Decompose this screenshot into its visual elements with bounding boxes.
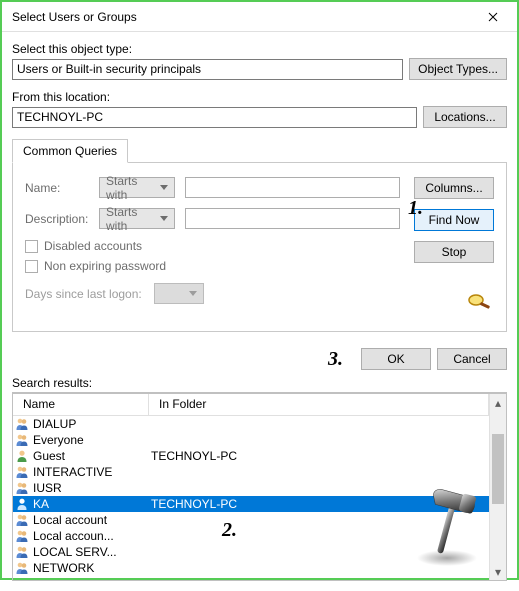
group-icon (13, 417, 31, 431)
column-header-folder[interactable]: In Folder (149, 394, 489, 415)
user-icon (13, 497, 31, 511)
search-results-label: Search results: (12, 376, 507, 393)
table-row[interactable]: Local accoun... (13, 528, 489, 544)
user-icon (13, 449, 31, 463)
cell-name: DIALUP (31, 417, 149, 431)
cell-name: Everyone (31, 433, 149, 447)
results-table: Name In Folder DIALUPEveryoneGuestTECHNO… (12, 393, 507, 581)
stop-button[interactable]: Stop (414, 241, 494, 263)
columns-button[interactable]: Columns... (414, 177, 494, 199)
table-row[interactable]: DIALUP (13, 416, 489, 432)
table-row[interactable]: Local account (13, 512, 489, 528)
scroll-up-icon[interactable]: ▴ (490, 394, 506, 411)
description-input[interactable] (185, 208, 400, 229)
disabled-accounts-checkbox[interactable] (25, 240, 38, 253)
close-icon (488, 12, 498, 22)
group-icon (13, 465, 31, 479)
days-since-label: Days since last logon: (25, 287, 142, 301)
cell-name: LOCAL SERV... (31, 545, 149, 559)
find-now-button[interactable]: Find Now (414, 209, 494, 231)
group-icon (13, 561, 31, 575)
tab-row: Common Queries (12, 138, 507, 163)
cell-name: INTERACTIVE (31, 465, 149, 479)
table-row[interactable]: KATECHNOYL-PC (13, 496, 489, 512)
ok-button[interactable]: OK (361, 348, 431, 370)
cell-name: IUSR (31, 481, 149, 495)
group-icon (13, 433, 31, 447)
description-mode-select[interactable]: Starts with (99, 208, 175, 229)
table-row[interactable]: Everyone (13, 432, 489, 448)
group-icon (13, 529, 31, 543)
cell-name: NETWORK (31, 561, 149, 575)
cell-name: KA (31, 497, 149, 511)
scrollbar[interactable]: ▴ ▾ (489, 394, 506, 580)
description-label: Description: (25, 212, 89, 226)
location-label: From this location: (12, 90, 507, 104)
scroll-down-icon[interactable]: ▾ (490, 563, 506, 580)
non-expiring-checkbox[interactable] (25, 260, 38, 273)
scroll-thumb[interactable] (492, 434, 504, 504)
name-mode-select[interactable]: Starts with (99, 177, 175, 198)
days-since-select (154, 283, 204, 304)
search-spyglass-icon (464, 291, 494, 313)
tab-common-queries[interactable]: Common Queries (12, 139, 128, 163)
cell-folder: TECHNOYL-PC (149, 449, 489, 463)
table-row[interactable]: IUSR (13, 480, 489, 496)
cell-name: Local account (31, 513, 149, 527)
disabled-accounts-label: Disabled accounts (44, 239, 142, 253)
group-icon (13, 481, 31, 495)
group-icon (13, 513, 31, 527)
locations-button[interactable]: Locations... (423, 106, 507, 128)
object-type-input[interactable] (12, 59, 403, 80)
non-expiring-label: Non expiring password (44, 259, 166, 273)
location-input[interactable] (12, 107, 417, 128)
query-panel: Name: Starts with Description: Starts wi… (12, 163, 507, 332)
cell-folder: TECHNOYL-PC (149, 497, 489, 511)
object-type-label: Select this object type: (12, 42, 507, 56)
name-input[interactable] (185, 177, 400, 198)
close-button[interactable] (473, 3, 513, 31)
cell-name: Local accoun... (31, 529, 149, 543)
cell-name: Guest (31, 449, 149, 463)
table-row[interactable]: INTERACTIVE (13, 464, 489, 480)
table-row[interactable]: LOCAL SERV... (13, 544, 489, 560)
cancel-button[interactable]: Cancel (437, 348, 507, 370)
column-header-name[interactable]: Name (13, 394, 149, 415)
table-row[interactable]: NETWORK (13, 560, 489, 576)
group-icon (13, 545, 31, 559)
window-title: Select Users or Groups (12, 10, 137, 24)
object-types-button[interactable]: Object Types... (409, 58, 507, 80)
table-row[interactable]: GuestTECHNOYL-PC (13, 448, 489, 464)
titlebar: Select Users or Groups (2, 2, 517, 32)
name-label: Name: (25, 181, 89, 195)
